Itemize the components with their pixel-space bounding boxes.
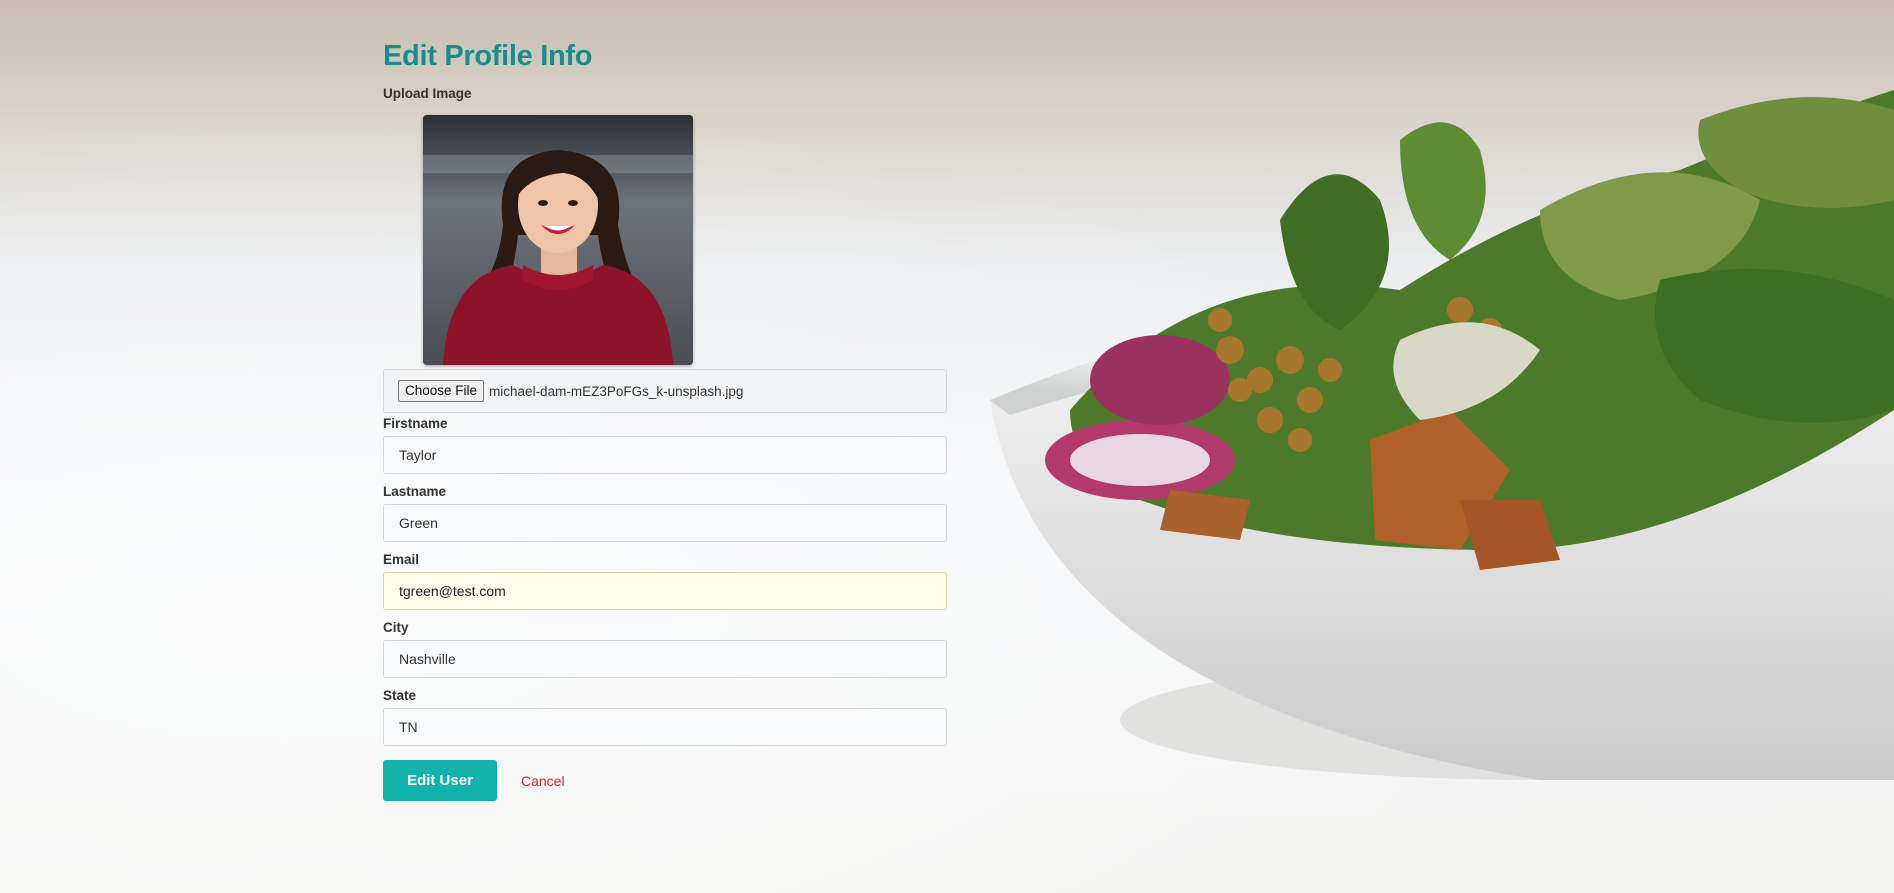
state-label: State: [383, 688, 417, 703]
upload-image-label: Upload Image: [383, 86, 472, 101]
profile-photo: [423, 115, 693, 365]
email-label: Email: [383, 552, 420, 567]
state-field: State: [383, 687, 947, 746]
city-input[interactable]: [383, 640, 947, 678]
lastname-input[interactable]: [383, 504, 947, 542]
firstname-field: Firstname: [383, 415, 947, 474]
selected-file-name: michael-dam-mEZ3PoFGs_k-unsplash.jpg: [489, 383, 744, 399]
edit-user-button[interactable]: Edit User: [383, 760, 497, 801]
choose-file-button[interactable]: Choose File: [398, 380, 485, 402]
lastname-field: Lastname: [383, 483, 947, 542]
background-overlay: [0, 0, 1894, 893]
email-input[interactable]: [383, 572, 947, 610]
file-upload-field: Choose File michael-dam-mEZ3PoFGs_k-unsp…: [383, 369, 947, 413]
page-title: Edit Profile Info: [383, 40, 593, 72]
cancel-link[interactable]: Cancel: [521, 773, 565, 789]
lastname-label: Lastname: [383, 484, 447, 499]
edit-profile-form: Edit Profile Info Upload Image Choose Fi…: [383, 34, 947, 801]
salad-bowl-background-image: [990, 90, 1894, 780]
state-input[interactable]: [383, 708, 947, 746]
city-label: City: [383, 620, 409, 635]
city-field: City: [383, 619, 947, 678]
woman-portrait-photo-icon: [423, 115, 693, 365]
firstname-label: Firstname: [383, 416, 448, 431]
form-actions: Edit User Cancel: [383, 760, 947, 801]
email-field: Email: [383, 551, 947, 610]
firstname-input[interactable]: [383, 436, 947, 474]
